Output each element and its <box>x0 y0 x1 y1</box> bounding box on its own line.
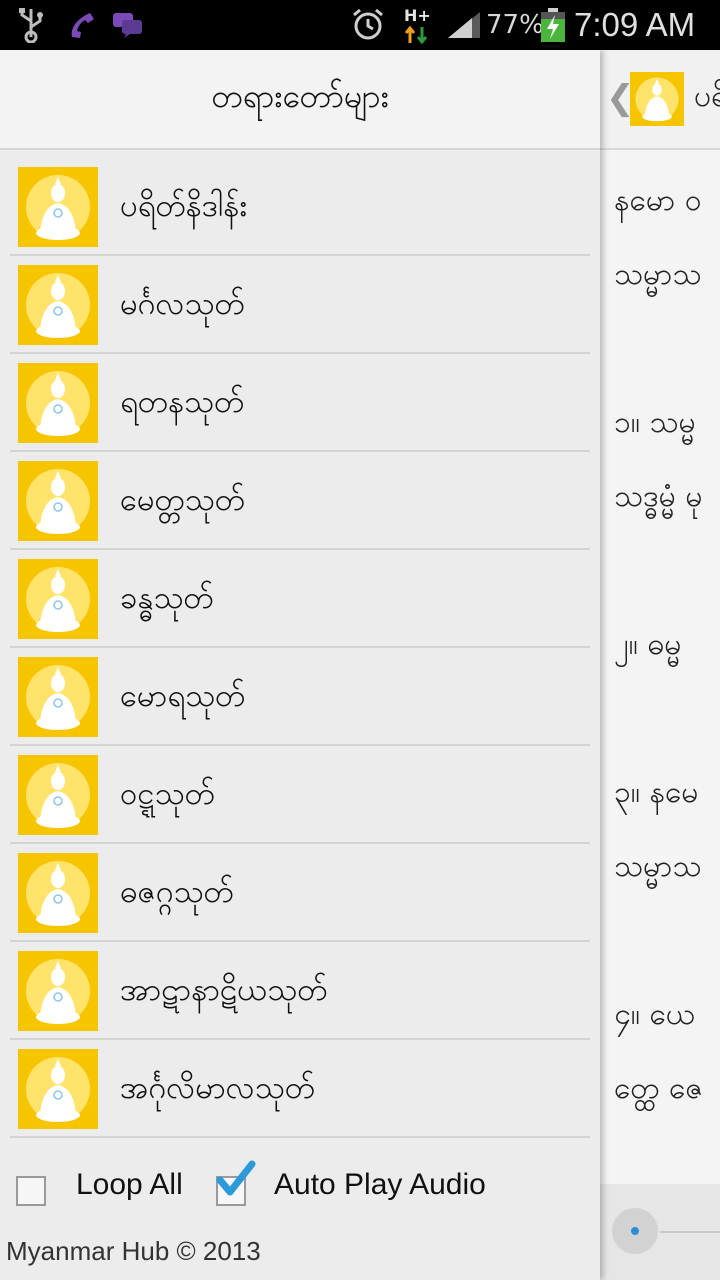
list-item-label: မင်္ဂလသုတ် <box>120 286 245 322</box>
list-item[interactable]: ခန္ဓသုတ် <box>10 550 590 648</box>
sutta-list: ပရိတ်နိဒါန်း မင်္ဂလသုတ် ရတနသုတ် မေတ္တသုတ… <box>10 158 590 1138</box>
loop-all-label[interactable]: Loop All <box>76 1168 183 1202</box>
svg-text:H+: H+ <box>404 6 431 25</box>
network-icon: H+ <box>402 0 436 50</box>
list-item[interactable]: မင်္ဂလသုတ် <box>10 256 590 354</box>
copyright-footer: Myanmar Hub © 2013 <box>6 1236 261 1266</box>
alarm-icon <box>350 0 386 50</box>
content-header: ❮ ပရိ <box>600 50 720 150</box>
content-line: ၁။ သမ္မ <box>614 405 696 440</box>
checkmark-icon <box>214 1160 256 1204</box>
content-line: တ္ထေ ဇေ <box>614 1071 704 1106</box>
list-item[interactable]: ရတနသုတ် <box>10 354 590 452</box>
message-icon <box>112 0 144 50</box>
drawer-title: တရားတော်များ <box>211 77 389 115</box>
content-line: ၄။ ယေ <box>614 997 695 1032</box>
list-item-label: ဝဋ္ဋသုတ် <box>120 776 215 812</box>
auto-play-label[interactable]: Auto Play Audio <box>274 1168 486 1202</box>
content-title: ပရိ <box>694 79 720 114</box>
list-item[interactable]: ပရိတ်နိဒါန်း <box>10 158 590 256</box>
list-item-label: အင်္ဂုလိမာလသုတ် <box>120 1070 315 1106</box>
list-item-label: ခန္ဓသုတ် <box>120 580 214 616</box>
loop-all-checkbox[interactable] <box>16 1176 46 1206</box>
buddha-icon <box>18 657 98 737</box>
buddha-icon <box>18 265 98 345</box>
list-item-label: အာဋာနာဋိယသုတ် <box>120 972 328 1008</box>
list-item[interactable]: မေတ္တသုတ် <box>10 452 590 550</box>
list-item[interactable]: အင်္ဂုလိမာလသုတ် <box>10 1040 590 1138</box>
buddha-icon <box>18 1049 98 1129</box>
content-line: ၂။ ဓမ္မ <box>614 627 682 662</box>
list-item-label: ပရိတ်နိဒါန်း <box>120 188 248 224</box>
signal-icon <box>446 0 482 50</box>
content-line: နမော ဝ <box>614 183 702 218</box>
buddha-icon <box>18 167 98 247</box>
battery-percent: 77% <box>486 10 544 40</box>
list-item-label: မေတ္တသုတ် <box>120 482 245 518</box>
list-item[interactable]: ဓဇဂ္ဂသုတ် <box>10 844 590 942</box>
list-item[interactable]: မောရသုတ် <box>10 648 590 746</box>
buddha-icon <box>18 951 98 1031</box>
playback-options: Loop All Auto Play Audio <box>0 1154 600 1226</box>
buddha-icon <box>18 755 98 835</box>
list-item-label: ဓဇဂ္ဂသုတ် <box>120 874 234 910</box>
list-item-label: မောရသုတ် <box>120 678 246 714</box>
clock: 7:09 AM <box>574 6 696 43</box>
content-line: ၃။ နမေ <box>614 775 699 810</box>
content-line: သမ္မာသ <box>614 849 702 884</box>
drawer-header: တရားတော်များ <box>0 50 600 150</box>
buddha-icon <box>18 461 98 541</box>
call-icon <box>66 0 98 50</box>
usb-icon <box>16 0 46 50</box>
seek-knob-dot <box>631 1227 639 1235</box>
status-bar: H+ 77% 7:09 AM <box>0 0 720 50</box>
content-line: သဒ္ဓမ္မံ မု <box>614 479 703 514</box>
buddha-icon <box>630 72 684 126</box>
audio-player <box>600 1184 720 1280</box>
battery-charging-icon <box>540 0 566 50</box>
list-item-label: ရတနသုတ် <box>120 384 245 420</box>
list-item[interactable]: အာဋာနာဋိယသုတ် <box>10 942 590 1040</box>
navigation-drawer: တရားတော်များ ပရိတ်နိဒါန်း မင်္ဂလသုတ် ရတန… <box>0 50 600 1280</box>
buddha-icon <box>18 559 98 639</box>
content-panel: ❮ ပရိ နမော ဝ သမ္မာသ ၁။ သမ္မ သဒ္ဓမ္မံ မု … <box>600 50 720 1280</box>
content-line: သမ္မာသ <box>614 257 702 292</box>
buddha-icon <box>18 853 98 933</box>
buddha-icon <box>18 363 98 443</box>
seek-track[interactable] <box>660 1231 720 1233</box>
list-item[interactable]: ဝဋ္ဋသုတ် <box>10 746 590 844</box>
